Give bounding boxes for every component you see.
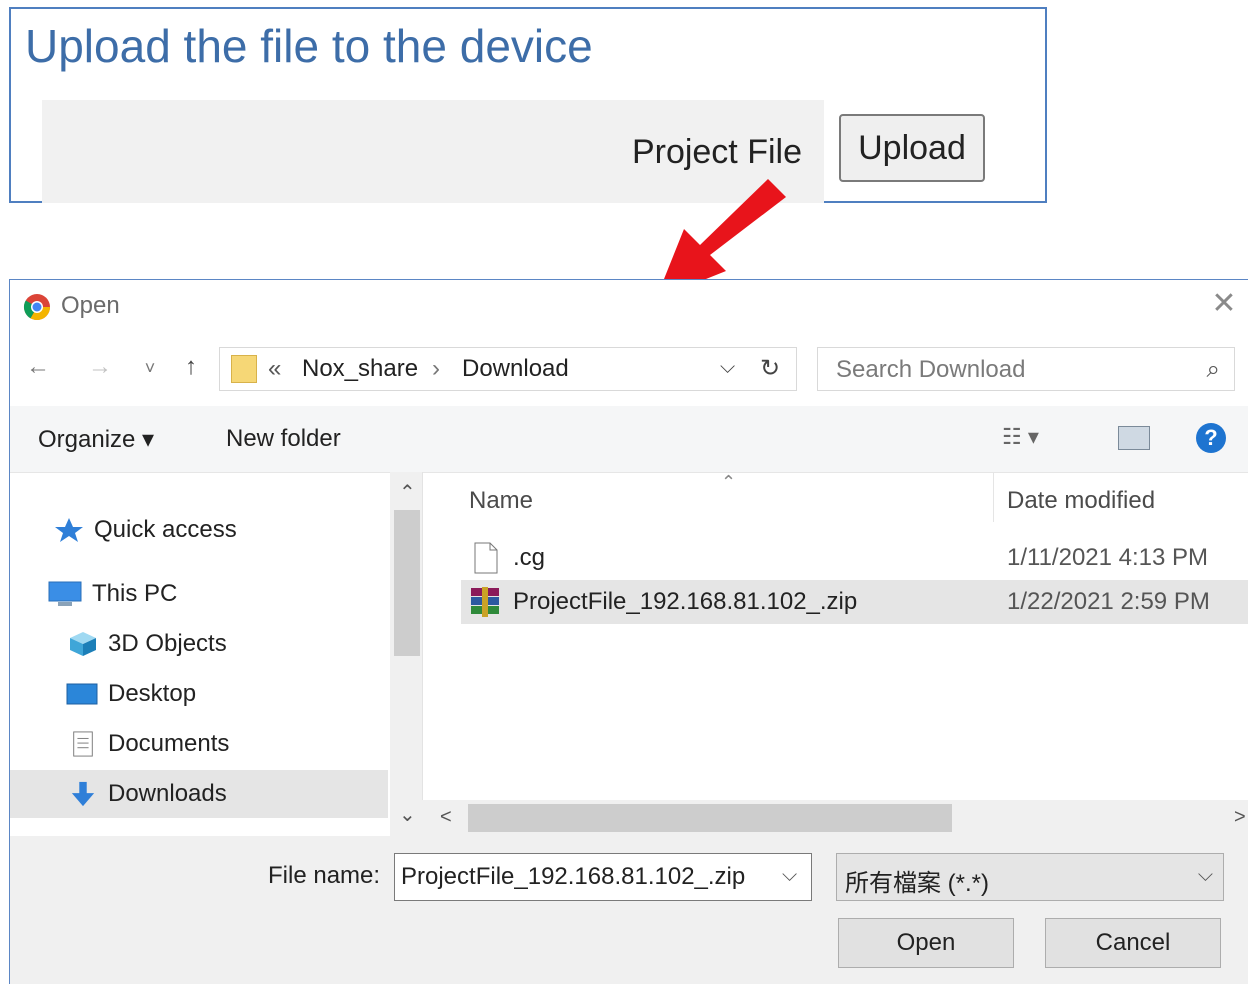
file-name-dropdown-icon[interactable]: ⌵ <box>782 864 797 887</box>
forward-arrow-icon[interactable]: → <box>84 353 116 381</box>
address-bar[interactable]: « Nox_share › Download ⌵ ↻ <box>219 347 797 391</box>
nav-item-label: This PC <box>92 580 178 607</box>
overflow-chevron-icon[interactable]: « <box>268 355 281 383</box>
up-arrow-icon[interactable]: ↑ <box>175 353 207 381</box>
file-name-label: File name: <box>268 862 381 889</box>
help-icon[interactable]: ? <box>1196 423 1226 453</box>
column-header-name[interactable]: Name <box>469 487 533 515</box>
horizontal-scrollbar[interactable]: < > <box>422 800 1248 836</box>
preview-pane-icon[interactable] <box>1118 426 1150 450</box>
open-button[interactable]: Open <box>838 918 1014 968</box>
scrollbar-thumb[interactable] <box>394 510 420 656</box>
command-toolbar: Organize ▾ New folder ☷ ▾ ? <box>10 406 1248 473</box>
nav-pane-scrollbar[interactable]: ⌃ ⌄ <box>390 472 422 836</box>
scroll-up-icon[interactable]: ⌃ <box>399 480 416 505</box>
scroll-left-icon[interactable]: < <box>440 806 452 829</box>
cube-icon <box>70 632 96 656</box>
sort-caret-icon: ⌃ <box>721 472 737 492</box>
winrar-archive-icon <box>471 587 499 617</box>
refresh-icon[interactable]: ↻ <box>760 354 780 383</box>
open-file-dialog: Open ✕ ← → ˅ ↑ « Nox_share › Download ⌵ … <box>9 279 1248 984</box>
blank-file-icon <box>474 542 498 574</box>
nav-item-this-pc[interactable]: This PC <box>48 580 177 608</box>
view-options-icon[interactable]: ☷ ▾ <box>1002 424 1039 450</box>
nav-item-3d-objects[interactable]: 3D Objects <box>68 630 227 658</box>
recent-locations-chevron-icon[interactable]: ˅ <box>134 358 166 379</box>
chrome-icon <box>23 294 51 321</box>
nav-item-quick-access[interactable]: Quick access <box>54 516 237 544</box>
address-dropdown-icon[interactable]: ⌵ <box>720 356 735 379</box>
scroll-down-icon[interactable]: ⌄ <box>399 802 416 827</box>
search-box[interactable]: Search Download ⌕ <box>817 347 1235 391</box>
desktop-icon <box>66 683 98 705</box>
column-header-date-modified[interactable]: Date modified <box>1007 487 1155 515</box>
nav-item-label: Downloads <box>108 780 227 807</box>
file-type-select[interactable]: 所有檔案 (*.*) ⌵ <box>836 853 1224 901</box>
cancel-button[interactable]: Cancel <box>1045 918 1221 968</box>
file-type-dropdown-icon[interactable]: ⌵ <box>1198 864 1213 887</box>
documents-icon <box>73 731 93 757</box>
file-name: ProjectFile_192.168.81.102_.zip <box>513 588 858 615</box>
file-date: 1/11/2021 4:13 PM <box>1007 544 1209 571</box>
upload-title: Upload the file to the device <box>25 20 593 72</box>
breadcrumb-separator: › <box>432 355 440 382</box>
breadcrumb-nox-share[interactable]: Nox_share <box>302 355 418 383</box>
nav-item-label: Documents <box>108 730 230 757</box>
navigation-pane: Quick access This PC 3D Objects Desktop … <box>10 472 422 836</box>
nav-item-label: 3D Objects <box>108 630 227 657</box>
column-divider[interactable] <box>993 472 994 522</box>
breadcrumb-download[interactable]: Download <box>462 355 569 383</box>
back-arrow-icon[interactable]: ← <box>22 353 54 381</box>
file-list: ⌃ Name Date modified .cg 1/11/2021 4:13 … <box>422 472 1248 836</box>
scroll-right-icon[interactable]: > <box>1234 806 1246 829</box>
new-folder-button[interactable]: New folder <box>226 425 341 453</box>
nav-item-label: Quick access <box>94 516 237 543</box>
file-name: .cg <box>513 544 546 571</box>
folder-icon <box>231 355 257 383</box>
organize-menu[interactable]: Organize ▾ <box>38 425 154 454</box>
nav-item-documents[interactable]: Documents <box>68 730 229 758</box>
nav-item-label: Desktop <box>108 680 197 707</box>
file-row-selected[interactable]: ProjectFile_192.168.81.102_.zip 1/22/202… <box>461 580 1248 624</box>
file-name-input[interactable] <box>394 853 812 901</box>
download-arrow-icon <box>71 781 95 807</box>
search-placeholder: Search Download <box>836 356 1026 383</box>
dialog-title: Open <box>61 292 120 319</box>
nav-item-downloads[interactable]: Downloads <box>68 780 227 808</box>
computer-icon <box>48 581 82 606</box>
star-icon <box>55 518 83 542</box>
scrollbar-thumb[interactable] <box>468 804 952 832</box>
upload-button[interactable]: Upload <box>839 114 985 182</box>
close-icon[interactable]: ✕ <box>1206 286 1242 322</box>
project-file-label: Project File <box>631 133 802 171</box>
dialog-footer: File name: ⌵ 所有檔案 (*.*) ⌵ Open Cancel <box>10 836 1248 984</box>
search-icon[interactable]: ⌕ <box>1207 356 1220 384</box>
file-row[interactable]: .cg 1/11/2021 4:13 PM <box>461 536 1248 580</box>
nav-item-desktop[interactable]: Desktop <box>66 680 196 708</box>
file-date: 1/22/2021 2:59 PM <box>1007 588 1210 615</box>
file-type-value: 所有檔案 (*.*) <box>845 870 989 897</box>
